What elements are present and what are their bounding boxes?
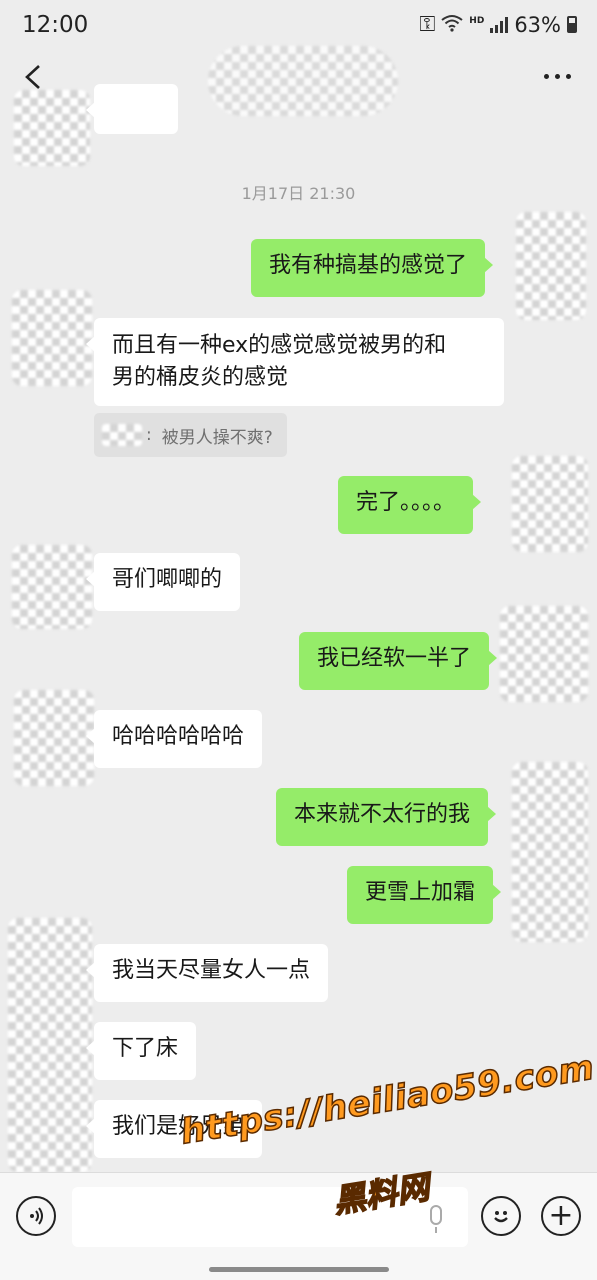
quoted-text: 被男人操不爽? [161, 427, 273, 448]
chevron-left-icon[interactable] [22, 64, 44, 90]
avatar [516, 212, 586, 320]
previous-message-bubble [86, 84, 178, 134]
hd-badge: HD [469, 15, 485, 26]
wifi-icon [441, 13, 463, 37]
avatar [8, 918, 92, 1172]
message-bubble[interactable]: 本来就不太行的我 [276, 788, 497, 846]
quoted-sender-redacted [102, 424, 142, 446]
quoted-reply[interactable]: : 被男人操不爽? [94, 413, 287, 457]
avatar [500, 606, 588, 702]
key-icon: ⚿ [419, 12, 436, 36]
avatar [12, 290, 92, 386]
voice-icon[interactable] [16, 1196, 56, 1236]
avatar [12, 545, 92, 629]
plus-icon[interactable]: + [541, 1196, 581, 1236]
battery-percent: 63% [514, 12, 561, 37]
message-bubble[interactable]: 我已经软一半了 [299, 632, 498, 690]
quote-separator: : [146, 425, 152, 445]
signal-icon [490, 16, 509, 33]
status-time: 12:00 [22, 12, 89, 38]
status-bar: 12:00 ⚿ HD 63% [0, 0, 597, 52]
contact-name-redacted [208, 46, 398, 116]
battery-icon [567, 16, 577, 33]
emoji-icon[interactable] [481, 1196, 521, 1236]
status-icons: ⚿ HD 63% [419, 12, 577, 37]
message-bubble[interactable]: 下了床 [85, 1022, 197, 1080]
home-indicator[interactable] [209, 1267, 389, 1272]
message-bubble[interactable]: 更雪上加霜 [347, 866, 502, 924]
message-bubble[interactable]: 哈哈哈哈哈哈 [85, 710, 263, 768]
avatar [14, 690, 94, 786]
message-bubble[interactable]: 我当天尽量女人一点 [85, 944, 329, 1002]
message-timestamp: 1月17日 21:30 [241, 184, 356, 203]
message-bubble[interactable]: 我有种搞基的感觉了 [251, 239, 494, 297]
message-bubble[interactable]: 而且有一种ex的感觉感觉被男的和 男的桶皮炎的感觉 [86, 318, 504, 406]
mic-icon[interactable] [430, 1205, 442, 1233]
avatar [512, 762, 588, 942]
message-bubble[interactable]: 完了。。。。 [338, 476, 482, 534]
more-dots-icon[interactable] [544, 74, 571, 79]
avatar [14, 90, 90, 166]
avatar [512, 456, 588, 552]
message-bubble[interactable]: 哥们唧唧的 [85, 553, 241, 611]
input-bar: + [0, 1172, 597, 1280]
